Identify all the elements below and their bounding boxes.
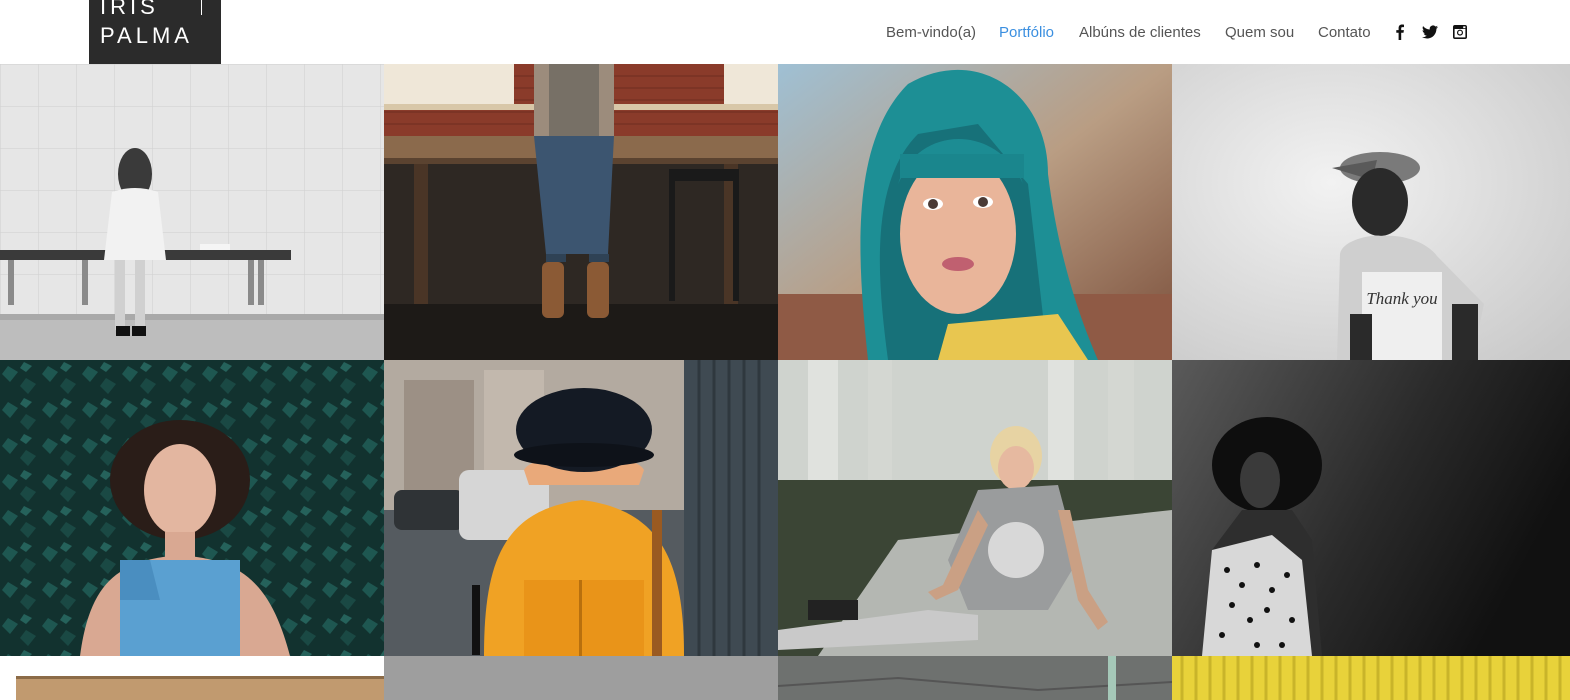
boy-thank-you-shirt-bw-photo[interactable]: Thank you	[1172, 64, 1570, 360]
woman-sitting-on-table-photo[interactable]	[384, 64, 778, 360]
gray-photo[interactable]	[384, 656, 778, 700]
nav-item-albuns-de-clientes[interactable]: Albúns de clientes	[1079, 22, 1201, 44]
site-header: IRIS PALMA Bem-vindo(a) Portfólio Albúns…	[0, 0, 1570, 64]
woman-teal-hair-photo[interactable]	[778, 64, 1172, 360]
yellow-wall-photo[interactable]	[1172, 656, 1570, 700]
woman-lying-in-ivy-photo[interactable]	[0, 360, 384, 656]
person-yellow-coat-hat-photo[interactable]	[384, 360, 778, 656]
nav-item-quem-sou[interactable]: Quem sou	[1225, 22, 1294, 44]
nav-item-contato[interactable]: Contato	[1318, 22, 1371, 44]
wooden-sign-photo[interactable]	[0, 656, 384, 700]
facebook-icon[interactable]	[1392, 24, 1408, 40]
pavement-photo[interactable]	[778, 656, 1172, 700]
woman-on-bench-bw-photo[interactable]	[0, 64, 384, 360]
logo-accent-line	[201, 0, 202, 15]
portfolio-page: IRIS PALMA Bem-vindo(a) Portfólio Albúns…	[0, 0, 1570, 700]
woman-tattoos-sitting-photo[interactable]	[778, 360, 1172, 656]
main-nav: Bem-vindo(a) Portfólio Albúns de cliente…	[0, 22, 1570, 44]
nav-item-portfolio[interactable]: Portfólio	[999, 22, 1054, 44]
woman-curly-hair-dark-photo[interactable]	[1172, 360, 1570, 656]
logo-line-1: IRIS	[100, 0, 159, 19]
twitter-icon[interactable]	[1422, 24, 1438, 40]
instagram-icon[interactable]	[1452, 24, 1468, 40]
nav-item-bem-vindo[interactable]: Bem-vindo(a)	[886, 22, 976, 44]
shirt-print-text: Thank you	[1366, 289, 1437, 308]
